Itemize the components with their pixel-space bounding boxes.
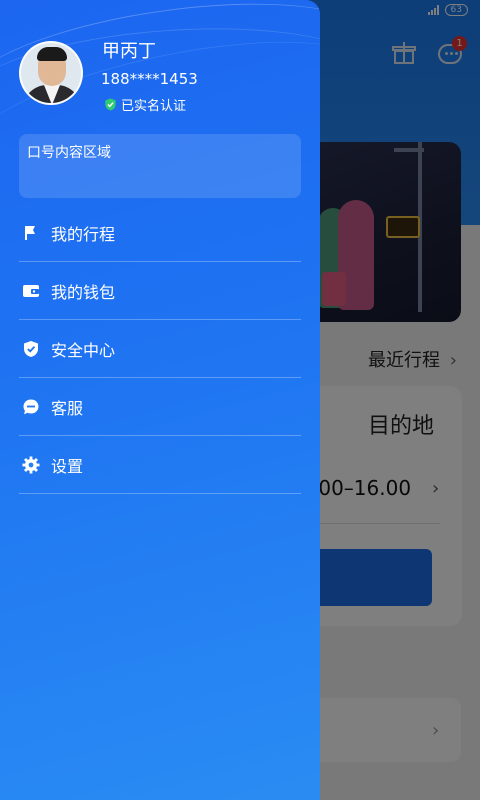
flag-icon	[21, 223, 41, 243]
slogan-label: 口号内容区域	[27, 145, 111, 161]
menu-item-label: 安全中心	[51, 340, 116, 360]
shield-icon	[21, 339, 41, 359]
wallet-icon	[21, 281, 41, 301]
menu-item-label: 设置	[51, 456, 84, 476]
gear-icon	[21, 455, 41, 475]
verified-label: 已实名认证	[121, 99, 187, 114]
verified-check-icon	[105, 98, 116, 111]
menu-item-security-center[interactable]: 安全中心	[19, 320, 301, 378]
menu-item-label: 我的行程	[51, 224, 116, 244]
menu-item-settings[interactable]: 设置	[19, 436, 301, 494]
verified-badge: 已实名认证	[104, 95, 186, 114]
chat-icon	[21, 397, 41, 417]
menu-item-my-trips[interactable]: 我的行程	[19, 204, 301, 262]
user-name: 甲丙丁	[102, 41, 156, 62]
slogan-content-area: 口号内容区域	[19, 134, 301, 198]
menu-item-my-wallet[interactable]: 我的钱包	[19, 262, 301, 320]
menu-item-label: 客服	[51, 398, 84, 418]
navigation-drawer: 甲丙丁 188****1453 已实名认证 口号内容区域 我的行程 我的钱包 安…	[0, 0, 320, 800]
menu-item-customer-service[interactable]: 客服	[19, 378, 301, 436]
user-phone: 188****1453	[101, 70, 198, 88]
drawer-menu: 我的行程 我的钱包 安全中心 客服 设置	[19, 204, 301, 494]
avatar[interactable]	[19, 41, 83, 105]
menu-item-label: 我的钱包	[51, 282, 116, 302]
